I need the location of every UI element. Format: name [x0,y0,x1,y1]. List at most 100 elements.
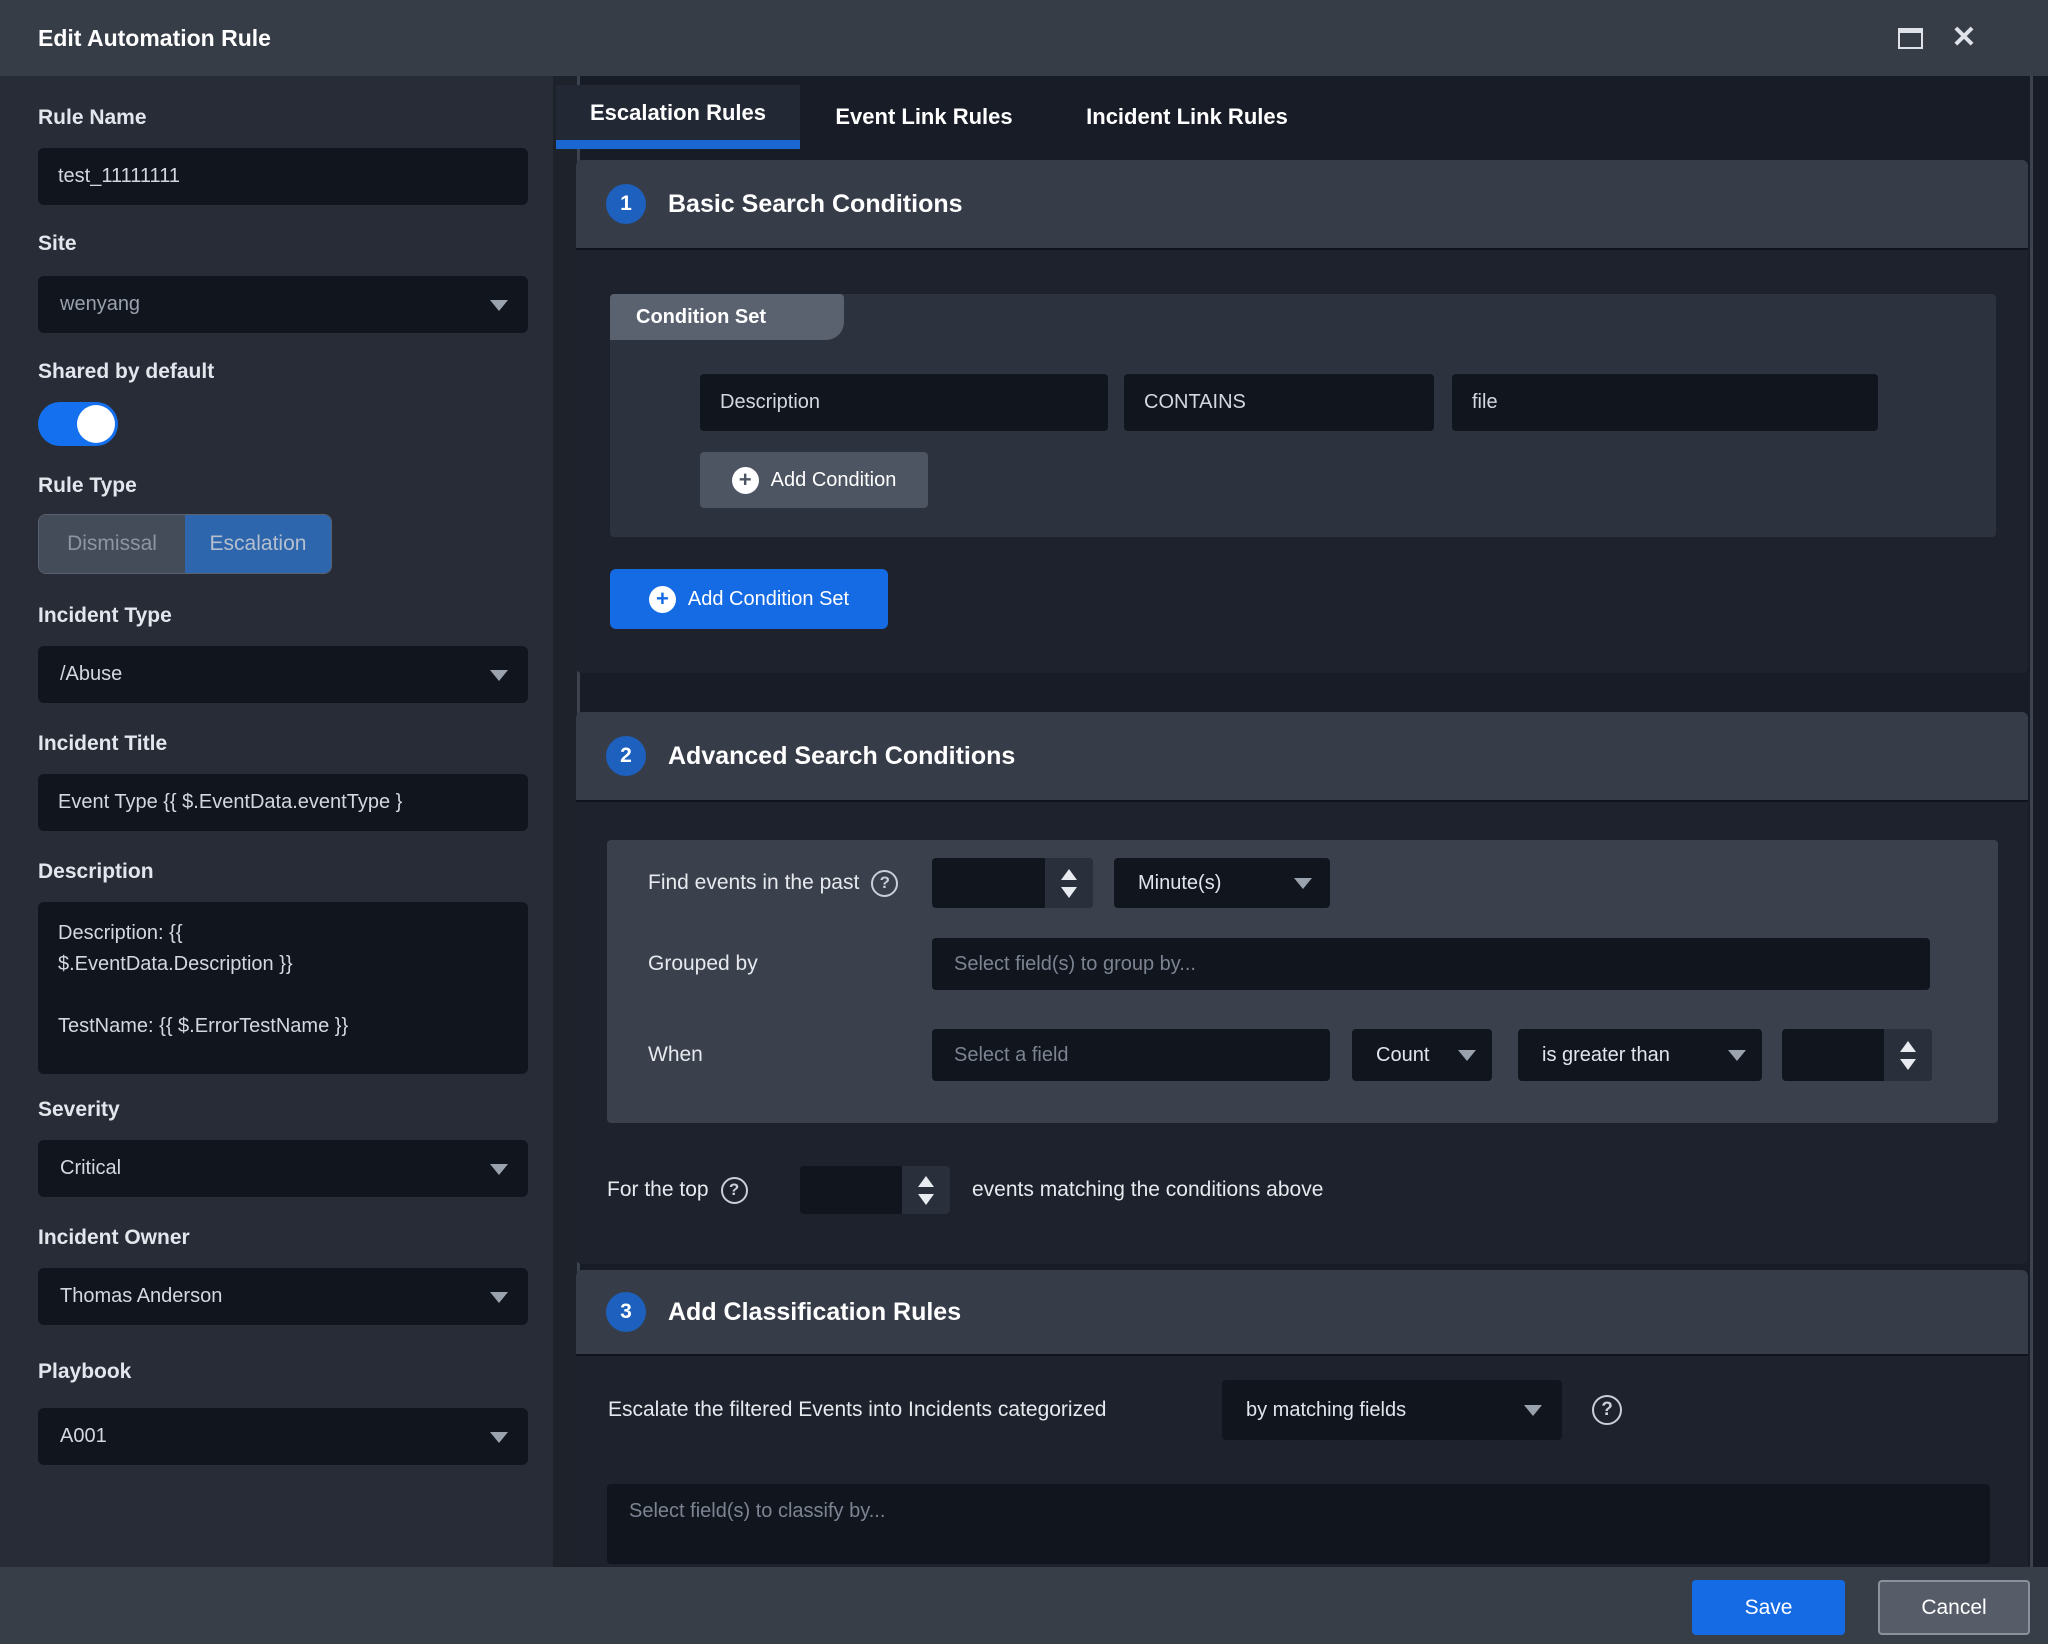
maximize-icon[interactable] [1898,28,1923,49]
toggle-knob [77,405,115,443]
question-icon[interactable]: ? [721,1177,748,1204]
chevron-down-icon [490,300,508,311]
rule-type-option-dismissal[interactable]: Dismissal [39,515,185,573]
playbook-select[interactable]: A001 [38,1408,528,1465]
severity-value: Critical [60,1157,121,1180]
description-label: Description [38,860,154,884]
top-suffix-text: events matching the conditions above [972,1166,1323,1214]
tab-incident-link-rules[interactable]: Incident Link Rules [1073,85,1301,149]
when-label: When [648,1029,703,1081]
condition-set-container: Condition Set Description CONTAINS file … [610,294,1996,537]
categorize-by-value: by matching fields [1246,1399,1406,1422]
top-value [800,1166,902,1214]
comparator-value: is greater than [1542,1044,1670,1067]
chevron-down-icon [1524,1405,1542,1416]
aggregation-select[interactable]: Count [1352,1029,1492,1081]
section-1-badge: 1 [606,184,646,224]
add-condition-set-button[interactable]: + Add Condition Set [610,569,888,629]
escalate-text: Escalate the filtered Events into Incide… [608,1380,1106,1440]
incident-owner-value: Thomas Anderson [60,1285,222,1308]
number-spinner[interactable] [902,1166,950,1214]
section-3-title: Add Classification Rules [668,1298,961,1327]
question-icon[interactable]: ? [1592,1395,1622,1425]
shared-by-default-label: Shared by default [38,360,214,384]
advanced-conditions-form: Find events in the past ? Minute(s) Grou… [607,840,1998,1123]
tab-event-link-rules[interactable]: Event Link Rules [824,85,1024,149]
section-add-classification-rules: 3 Add Classification Rules Escalate the … [576,1270,2028,1567]
incident-type-value: /Abuse [60,663,122,686]
site-label: Site [38,232,77,256]
condition-set-tab: Condition Set [610,294,844,340]
rule-type-option-escalation[interactable]: Escalation [185,515,331,573]
aggregation-value: Count [1376,1044,1429,1067]
dialog-title: Edit Automation Rule [38,0,271,76]
playbook-value: A001 [60,1425,107,1448]
description-textarea[interactable]: Description: {{ $.EventData.Description … [38,902,528,1074]
chevron-down-icon [1458,1050,1476,1061]
chevron-down-icon [490,670,508,681]
section-1-header: 1 Basic Search Conditions [576,160,2028,250]
incident-type-select[interactable]: /Abuse [38,646,528,703]
top-number-input[interactable] [800,1166,950,1214]
save-button[interactable]: Save [1692,1580,1845,1635]
when-field-select[interactable]: Select a field [932,1029,1330,1081]
condition-field-select[interactable]: Description [700,374,1108,431]
grouped-by-label: Grouped by [648,938,758,990]
plus-icon: + [649,586,676,613]
incident-title-label: Incident Title [38,732,167,756]
site-value: wenyang [60,293,140,316]
time-unit-select[interactable]: Minute(s) [1114,858,1330,908]
severity-select[interactable]: Critical [38,1140,528,1197]
shared-by-default-toggle[interactable] [38,402,118,446]
comparator-select[interactable]: is greater than [1518,1029,1762,1081]
chevron-down-icon [1728,1050,1746,1061]
incident-title-input[interactable] [38,774,528,831]
section-3-badge: 3 [606,1292,646,1332]
section-basic-search-conditions: 1 Basic Search Conditions Condition Set … [576,160,2028,673]
severity-label: Severity [38,1098,120,1122]
spinner-down-icon[interactable] [918,1194,934,1205]
incident-owner-select[interactable]: Thomas Anderson [38,1268,528,1325]
question-icon[interactable]: ? [871,870,898,897]
content-scrollbar[interactable] [2030,76,2033,1567]
section-2-header: 2 Advanced Search Conditions [576,712,2028,802]
rule-type-segmented-control: Dismissal Escalation [38,514,332,574]
add-condition-button[interactable]: + Add Condition [700,452,928,508]
add-condition-set-label: Add Condition Set [688,588,849,611]
section-advanced-search-conditions: 2 Advanced Search Conditions Find events… [576,712,2028,1264]
find-events-value [932,858,1045,908]
cancel-button[interactable]: Cancel [1878,1580,2030,1635]
spinner-down-icon[interactable] [1061,887,1077,898]
number-spinner[interactable] [1884,1029,1932,1081]
condition-value-input[interactable]: file [1452,374,1878,431]
find-events-number-input[interactable] [932,858,1093,908]
condition-operator-select[interactable]: CONTAINS [1124,374,1434,431]
spinner-up-icon[interactable] [1900,1041,1916,1052]
classify-by-input[interactable]: Select field(s) to classify by... [607,1484,1990,1564]
incident-owner-label: Incident Owner [38,1226,190,1250]
find-events-label: Find events in the past ? [648,858,898,908]
section-2-badge: 2 [606,736,646,776]
number-spinner[interactable] [1045,858,1093,908]
site-select[interactable]: wenyang [38,276,528,333]
plus-icon: + [732,467,759,494]
rule-name-input[interactable] [38,148,528,205]
chevron-down-icon [490,1164,508,1175]
tab-escalation-rules[interactable]: Escalation Rules [556,85,800,149]
categorize-by-select[interactable]: by matching fields [1222,1380,1562,1440]
rule-type-label: Rule Type [38,474,137,498]
chevron-down-icon [490,1292,508,1303]
spinner-up-icon[interactable] [1061,869,1077,880]
threshold-number-input[interactable] [1782,1029,1932,1081]
playbook-label: Playbook [38,1360,131,1384]
for-the-top-label: For the top ? [607,1166,748,1214]
close-icon[interactable]: ✕ [1944,20,1984,56]
section-2-title: Advanced Search Conditions [668,742,1015,771]
chevron-down-icon [1294,878,1312,889]
add-condition-label: Add Condition [771,469,897,492]
spinner-up-icon[interactable] [918,1176,934,1187]
spinner-down-icon[interactable] [1900,1059,1916,1070]
title-bar: Edit Automation Rule ✕ [0,0,2048,76]
chevron-down-icon [490,1432,508,1443]
grouped-by-input[interactable]: Select field(s) to group by... [932,938,1930,990]
